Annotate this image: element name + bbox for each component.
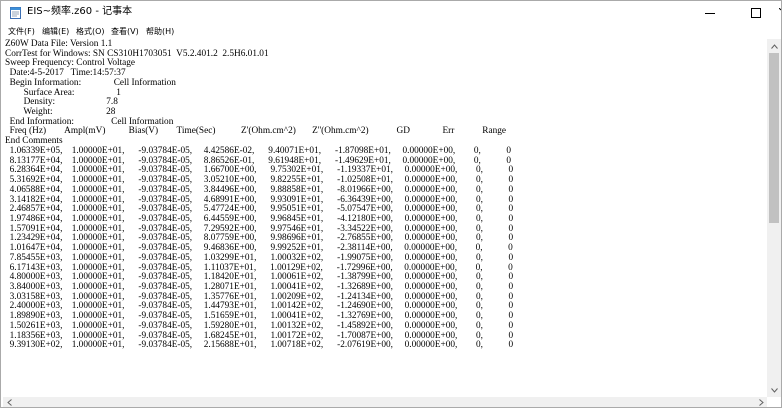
- minimize-icon: [705, 13, 715, 14]
- scroll-down-icon: [770, 387, 778, 393]
- text-line: 6.28364E+04, 1.00000E+01, -9.03784E-05, …: [5, 165, 514, 176]
- text-line: 4.80000E+03, 1.00000E+01, -9.03784E-05, …: [5, 272, 514, 283]
- text-line: 9.39130E+02, 1.00000E+01, -9.03784E-05, …: [5, 340, 514, 351]
- text-line: 8.13177E+04, 1.00000E+01, -9.03784E-05, …: [5, 155, 512, 166]
- text-line: 1.18356E+03, 1.00000E+01, -9.03784E-05, …: [5, 330, 514, 341]
- scroll-left-button[interactable]: [3, 397, 15, 407]
- text-line: 1.57091E+04, 1.00000E+01, -9.03784E-05, …: [5, 223, 514, 234]
- text-line: 1.50261E+03, 1.00000E+01, -9.03784E-05, …: [5, 320, 514, 331]
- text-line: Density: 7.8: [5, 97, 118, 108]
- text-line: 2.40000E+03, 1.00000E+01, -9.03784E-05, …: [5, 301, 514, 312]
- scroll-left-icon: [6, 398, 12, 406]
- text-editor[interactable]: Z60W Data File: Version 1.1 CorrTest for…: [3, 39, 767, 397]
- text-line: Date:4-5-2017 Time:14:57:37: [5, 68, 126, 79]
- text-line: End Comments: [5, 136, 63, 147]
- text-line: 5.31692E+04, 1.00000E+01, -9.03784E-05, …: [5, 175, 514, 186]
- text-line: Surface Area: 1: [5, 87, 121, 98]
- text-line: Sweep Frequency: Control Voltage: [5, 58, 136, 69]
- text-line: Begin Information: Cell Information: [5, 77, 176, 88]
- text-line: 4.06588E+04, 1.00000E+01, -9.03784E-05, …: [5, 184, 514, 195]
- menu-view[interactable]: 查看(V): [109, 25, 141, 39]
- maximize-icon: [751, 8, 761, 18]
- text-line: 1.06339E+05, 1.00000E+01, -9.03784E-05, …: [5, 145, 512, 156]
- text-line: 1.01647E+04, 1.00000E+01, -9.03784E-05, …: [5, 243, 513, 254]
- minimize-button[interactable]: [687, 1, 733, 25]
- maximize-button[interactable]: [733, 1, 779, 25]
- menu-file[interactable]: 文件(F): [6, 25, 37, 39]
- vertical-scroll-thumb[interactable]: [769, 53, 779, 223]
- vertical-scrollbar[interactable]: [767, 39, 781, 397]
- scroll-up-button[interactable]: [767, 39, 781, 53]
- title-bar[interactable]: EIS~频率.z60 - 记事本: [1, 1, 781, 25]
- text-line: 3.84000E+03, 1.00000E+01, -9.03784E-05, …: [5, 281, 514, 292]
- scroll-down-button[interactable]: [767, 383, 781, 397]
- menu-edit[interactable]: 编辑(E): [40, 25, 71, 39]
- close-button[interactable]: [779, 1, 781, 25]
- menu-format[interactable]: 格式(O): [74, 25, 107, 39]
- text-line: Z60W Data File: Version 1.1: [5, 39, 113, 49]
- close-icon: [779, 8, 781, 11]
- text-line: 1.23429E+04, 1.00000E+01, -9.03784E-05, …: [5, 233, 514, 244]
- notepad-window: EIS~频率.z60 - 记事本 文件(F) 编辑(E) 格式(O) 查看(V)…: [0, 0, 782, 408]
- text-line: Weight: 28: [5, 107, 116, 118]
- text-line: 7.85455E+03, 1.00000E+01, -9.03784E-05, …: [5, 252, 514, 263]
- document-text[interactable]: Z60W Data File: Version 1.1 CorrTest for…: [5, 39, 514, 351]
- scroll-up-icon: [770, 43, 778, 49]
- text-line: 3.03158E+03, 1.00000E+01, -9.03784E-05, …: [5, 291, 514, 302]
- text-line: 1.89890E+03, 1.00000E+01, -9.03784E-05, …: [5, 311, 514, 322]
- notepad-app-icon: [10, 7, 21, 19]
- menu-help[interactable]: 帮助(H): [144, 25, 176, 39]
- menu-bar: 文件(F) 编辑(E) 格式(O) 查看(V) 帮助(H): [1, 25, 781, 39]
- text-line: 6.17143E+03, 1.00000E+01, -9.03784E-05, …: [5, 262, 513, 273]
- text-line: CorrTest for Windows: SN CS310H1703051 V…: [5, 48, 269, 59]
- text-line: 3.14182E+04, 1.00000E+01, -9.03784E-05, …: [5, 194, 514, 205]
- scroll-right-button[interactable]: [755, 397, 767, 407]
- text-line: 1.97486E+04, 1.00000E+01, -9.03784E-05, …: [5, 213, 514, 224]
- horizontal-scrollbar[interactable]: [3, 397, 767, 407]
- window-title: EIS~频率.z60 - 记事本: [27, 6, 133, 17]
- text-line: Freq (Hz) Ampl(mV) Bias(V) Time(Sec) Z'(…: [5, 126, 506, 137]
- text-line: 2.46857E+04, 1.00000E+01, -9.03784E-05, …: [5, 204, 514, 215]
- scroll-right-icon: [758, 398, 764, 406]
